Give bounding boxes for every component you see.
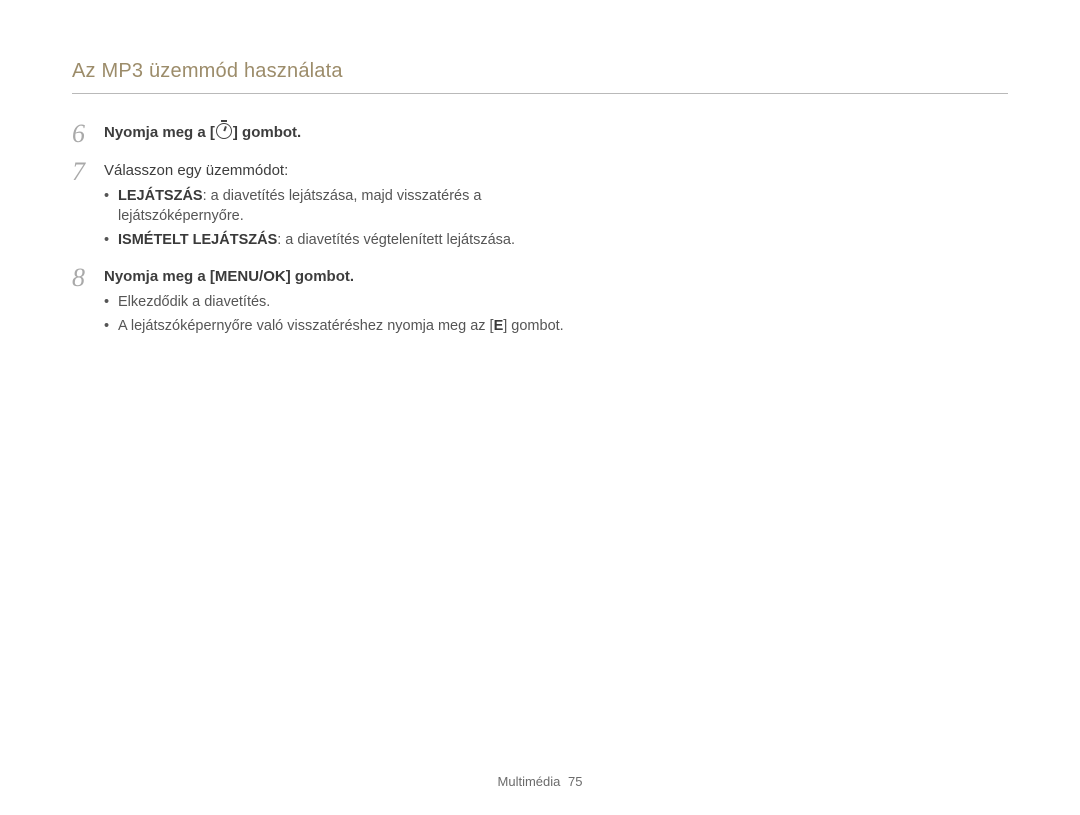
step-number: 7 (72, 160, 104, 184)
step-8: 8 Nyomja meg a [MENU/OK] gombot. Elkezdő… (72, 266, 572, 346)
step-text: Válasszon egy üzemmódot: (104, 160, 572, 182)
manual-page: Az MP3 üzemmód használata 6 Nyomja meg a… (0, 0, 1080, 815)
button-label: E (494, 318, 504, 334)
timer-icon (216, 123, 232, 139)
step-text-post: ] gombot. (233, 124, 301, 141)
step-body: Válasszon egy üzemmódot: LEJÁTSZÁS: a di… (104, 160, 572, 260)
option-name: ISMÉTELT LEJÁTSZÁS (118, 232, 277, 248)
list-item: A lejátszóképernyőre való visszatéréshez… (104, 316, 572, 336)
step-body: Nyomja meg a [MENU/OK] gombot. Elkezdődi… (104, 266, 572, 346)
step-text-pre: Nyomja meg a [ (104, 124, 215, 141)
step-7: 7 Válasszon egy üzemmódot: LEJÁTSZÁS: a … (72, 160, 572, 260)
content-column: 6 Nyomja meg a [ ] gombot. 7 Válasszon eg… (72, 122, 572, 346)
list-item: Elkezdődik a diavetítés. (104, 292, 572, 312)
footer-section: Multimédia (498, 774, 561, 789)
option-desc: : a diavetítés végtelenített lejátszása. (277, 232, 515, 248)
note-pre: A lejátszóképernyőre való visszatéréshez… (118, 318, 494, 334)
page-footer: Multimédia 75 (0, 774, 1080, 789)
list-item: ISMÉTELT LEJÁTSZÁS: a diavetítés végtele… (104, 230, 572, 250)
bullet-list: Elkezdődik a diavetítés. A lejátszóképer… (104, 292, 572, 336)
option-name: LEJÁTSZÁS (118, 188, 203, 204)
bullet-list: LEJÁTSZÁS: a diavetítés lejátszása, majd… (104, 186, 572, 250)
step-6: 6 Nyomja meg a [ ] gombot. (72, 122, 572, 146)
list-item: LEJÁTSZÁS: a diavetítés lejátszása, majd… (104, 186, 572, 226)
step-body: Nyomja meg a [ ] gombot. (104, 122, 572, 144)
step-text: Nyomja meg a [ ] gombot. (104, 124, 301, 141)
step-text-part: ] gombot. (286, 268, 354, 285)
step-number: 8 (72, 266, 104, 290)
step-text: Nyomja meg a [MENU/OK] gombot. (104, 266, 572, 288)
button-label: MENU/OK (215, 268, 286, 285)
note-post: ] gombot. (503, 318, 563, 334)
page-number: 75 (568, 774, 582, 789)
page-title: Az MP3 üzemmód használata (72, 60, 1008, 94)
step-text-part: Nyomja meg a [ (104, 268, 215, 285)
step-number: 6 (72, 122, 104, 146)
